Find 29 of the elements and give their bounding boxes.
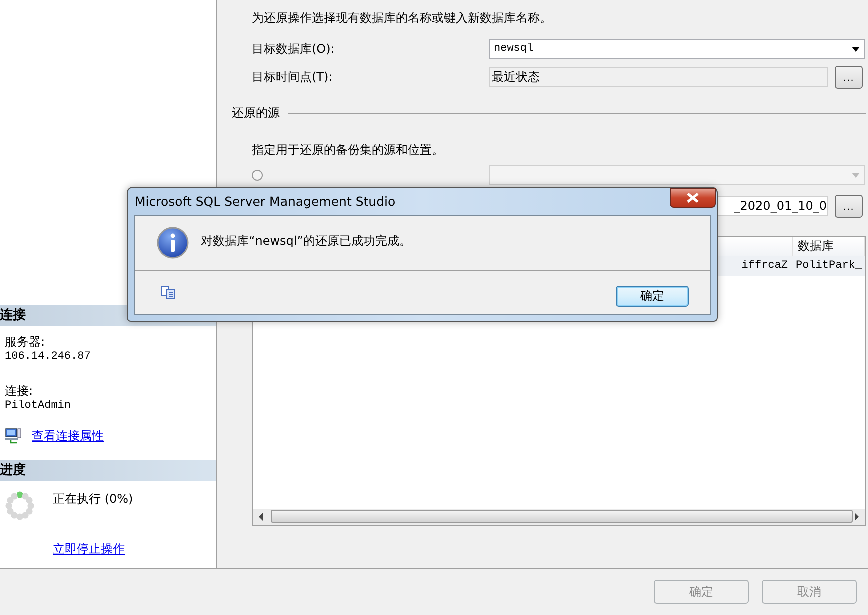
close-button[interactable] [670, 188, 716, 208]
browse-button[interactable]: ... [835, 194, 863, 218]
connection-icon [5, 428, 22, 444]
table-cell: PolitPark_ [793, 256, 865, 276]
instruction-text: 为还原操作选择现有数据库的名称或键入新数据库名称。 [252, 10, 553, 27]
progress-status: 正在执行 (0%) [53, 491, 134, 508]
column-header[interactable]: 数据库 [793, 237, 865, 256]
instruction-text: 指定用于还原的备份集的源和位置。 [252, 142, 445, 159]
browse-button[interactable]: ... [835, 66, 863, 88]
field-label: 目标数据库(O): [252, 40, 336, 58]
copy-icon[interactable] [161, 286, 177, 300]
login-name: PilotAdmin [5, 400, 72, 412]
connection-properties-link[interactable]: 查看连接属性 [32, 428, 104, 445]
progress-spinner-icon [5, 491, 35, 521]
dialog-message: 对数据库“newsql”的还原已成功完成。 [201, 233, 412, 250]
dialog-title: Microsoft SQL Server Management Studio [134, 194, 396, 209]
server-label: 服务器: [5, 334, 46, 351]
ok-button[interactable]: 确定 [616, 286, 689, 307]
information-icon [157, 227, 189, 259]
time-point-field[interactable]: 最近状态 [489, 67, 828, 87]
login-label: 连接: [5, 382, 34, 400]
horizontal-scrollbar[interactable] [253, 509, 865, 525]
field-label: 目标时间点(T): [252, 68, 334, 86]
server-name: 106.14.246.87 [5, 350, 92, 363]
close-icon [686, 193, 700, 203]
stop-action-link[interactable]: 立即停止操作 [53, 541, 211, 558]
group-title: 还原的源 [232, 104, 280, 122]
section-header: 进度 [0, 460, 216, 481]
database-dropdown[interactable]: newsql [489, 39, 865, 59]
